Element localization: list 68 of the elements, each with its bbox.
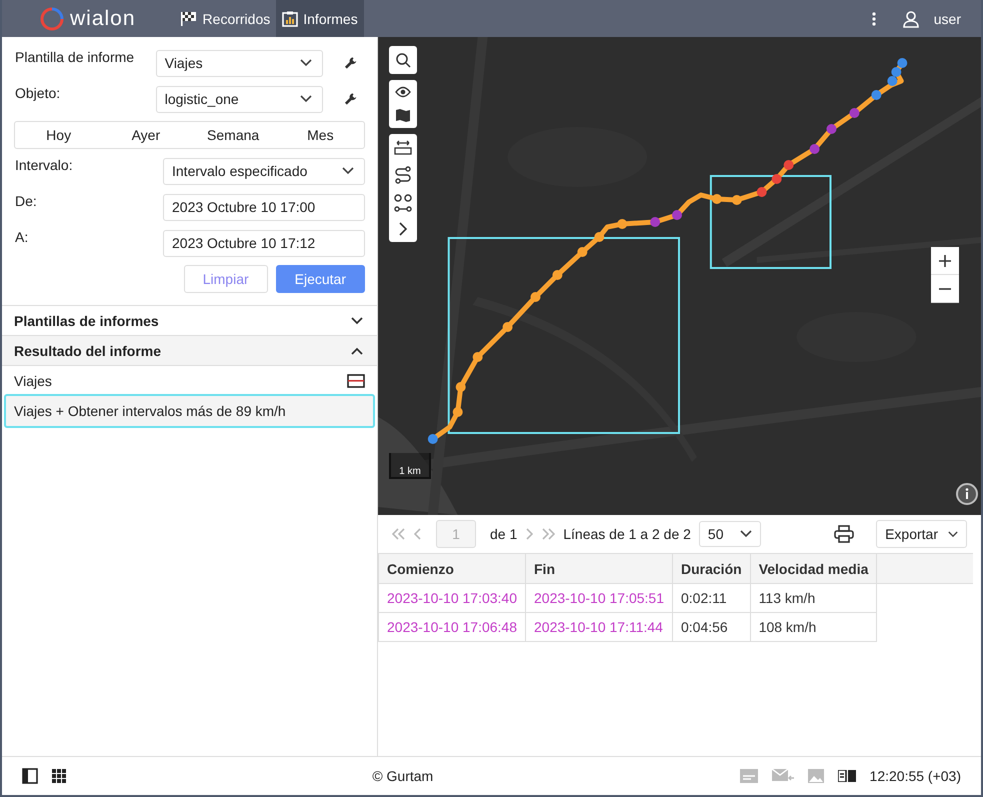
panel-icon[interactable] (347, 374, 365, 388)
column-header[interactable]: Fin (526, 554, 672, 584)
route-icon[interactable] (394, 166, 412, 184)
date-field[interactable]: 2023 Octubre 10 17:00 (163, 194, 365, 220)
date-field[interactable]: 2023 Octubre 10 17:12 (163, 230, 365, 256)
select-field[interactable]: Intervalo especificado (163, 158, 365, 184)
column-header[interactable]: Duración (672, 554, 750, 584)
logo-text: wialon (70, 6, 136, 30)
search-icon[interactable] (395, 52, 411, 68)
plus-icon (939, 254, 951, 266)
chevron-down-icon (740, 530, 752, 538)
more-icon[interactable] (872, 12, 876, 26)
result-group-label: Viajes (14, 373, 52, 389)
column-header[interactable]: Comienzo (378, 554, 526, 584)
pins-icon[interactable] (394, 194, 412, 212)
chevron-down-icon (300, 59, 312, 67)
table-cell: 108 km/h (750, 612, 877, 642)
table-cell[interactable]: 2023-10-10 17:05:51 (526, 584, 672, 612)
table-cell: 0:02:11 (672, 584, 750, 612)
eye-icon[interactable] (395, 86, 411, 98)
zoom-in-button[interactable] (931, 247, 959, 275)
logo-icon (40, 6, 64, 30)
field-label: A: (15, 229, 30, 245)
period-button[interactable]: Hoy (15, 122, 102, 148)
grid-icon[interactable] (52, 769, 66, 783)
nav-tab[interactable]: Recorridos (174, 0, 276, 37)
period-button[interactable]: Ayer (102, 122, 190, 148)
field-label: Plantilla de informe (15, 49, 136, 65)
nav-tab[interactable]: Informes (276, 0, 364, 37)
clock-text: 12:20:55 (+03) (870, 768, 962, 784)
period-button[interactable]: Mes (276, 122, 364, 148)
ruler-icon[interactable] (394, 140, 412, 156)
scale-bar: 1 km (389, 453, 431, 479)
chevron-icon (351, 346, 363, 354)
table-cell: 113 km/h (750, 584, 877, 612)
table-cell[interactable]: 2023-10-10 17:03:40 (378, 584, 526, 612)
section-header[interactable]: Resultado del informe (2, 335, 377, 365)
field-label: De: (15, 193, 38, 209)
table-cell[interactable]: 2023-10-10 17:11:44 (526, 612, 672, 642)
wrench-icon[interactable] (344, 92, 357, 106)
user-icon[interactable] (902, 10, 920, 28)
copyright: © Gurtam (372, 768, 434, 784)
field-label: Objeto: (15, 85, 62, 101)
wrench-icon[interactable] (344, 56, 357, 70)
print-icon[interactable] (834, 525, 854, 543)
field-label: Intervalo: (15, 157, 74, 173)
chevron-down-icon (948, 530, 958, 538)
map-icon[interactable] (395, 108, 411, 122)
page-count: de 1 (490, 526, 518, 542)
export-button[interactable]: Exportar (876, 520, 967, 548)
layout-icon[interactable] (838, 770, 856, 782)
user-name[interactable]: user (934, 10, 961, 26)
report-icon (282, 10, 298, 26)
flag-icon (180, 10, 198, 26)
chevron-right-icon[interactable] (398, 222, 408, 236)
table-cell[interactable]: 2023-10-10 17:06:48 (378, 612, 526, 642)
select-field[interactable]: Viajes (156, 50, 323, 76)
select-field[interactable]: logistic_one (156, 86, 323, 112)
period-button[interactable]: Semana (190, 122, 277, 148)
chevron-down-icon (300, 95, 312, 103)
column-header[interactable]: Velocidad media (750, 554, 877, 584)
table-cell: 0:04:56 (672, 612, 750, 642)
per-page-select[interactable]: 50 (698, 521, 761, 547)
chevron-icon (351, 316, 363, 324)
lines-info: Líneas de 1 a 2 de 2 (563, 526, 691, 542)
result-item[interactable]: Viajes + Obtener intervalos más de 89 km/h (4, 394, 375, 428)
sidebar-icon[interactable] (22, 768, 38, 784)
chevron-down-icon (342, 167, 354, 175)
